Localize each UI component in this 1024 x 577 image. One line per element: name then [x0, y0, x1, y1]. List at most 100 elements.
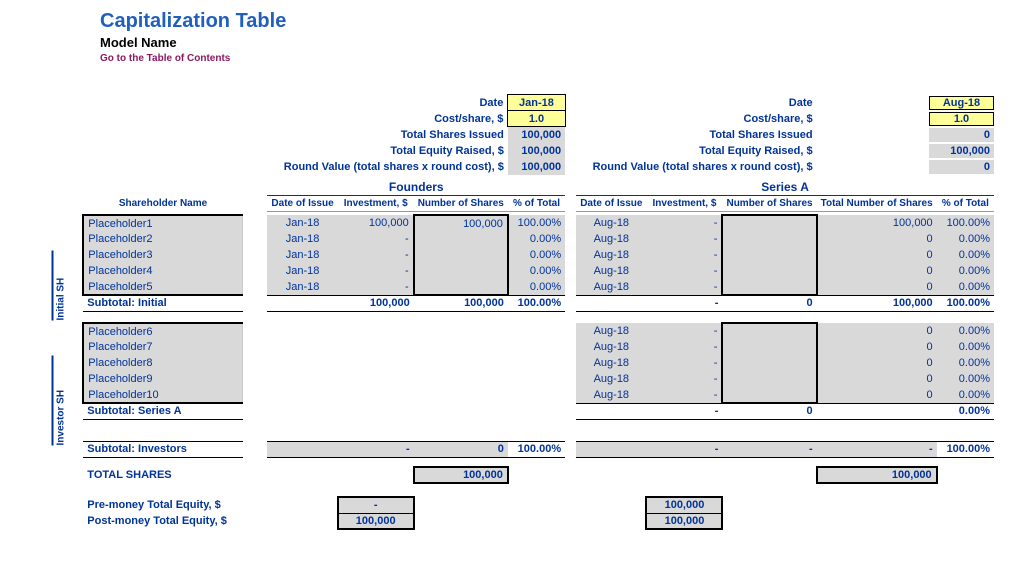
a-date: Aug-18: [576, 215, 646, 231]
label-tsi-a: Total Shares Issued: [576, 127, 816, 143]
a-shares[interactable]: [722, 323, 816, 339]
shareholder-name-cell[interactable]: Placeholder1: [83, 215, 242, 231]
founders-date[interactable]: Jan-18: [508, 95, 565, 111]
a-inv: -: [646, 215, 722, 231]
f-shares[interactable]: 100,000: [414, 215, 508, 231]
a-date: Aug-18: [576, 263, 646, 279]
f-shares[interactable]: [414, 247, 508, 263]
subtotal-investors-row: Subtotal: Investors - 0 100.00% - - - 10…: [70, 441, 994, 457]
total-shares-seriesa: 100,000: [817, 467, 937, 483]
label-rv-f: Round Value (total shares x round cost),…: [243, 159, 508, 175]
shareholder-name-cell[interactable]: Placeholder5: [83, 279, 242, 295]
a-pct: 0.00%: [937, 279, 994, 295]
investor-sh-label: Investor SH: [52, 356, 67, 446]
initial-row: Placeholder2Jan-18-0.00%Aug-18-00.00%: [70, 231, 994, 247]
col-totalshares-a: Total Number of Shares: [817, 195, 937, 211]
a-inv: -: [646, 371, 722, 387]
investor-row: Placeholder9Aug-18-00.00%: [70, 371, 994, 387]
a-pct: 0.00%: [937, 263, 994, 279]
col-shares-f: Number of Shares: [414, 195, 508, 211]
a-shares[interactable]: [722, 247, 816, 263]
shareholder-name-cell[interactable]: Placeholder9: [83, 371, 242, 387]
a-total: 0: [817, 339, 937, 355]
col-investment-a: Investment, $: [646, 195, 722, 211]
label-costshare-a: Cost/share, $: [576, 111, 816, 127]
shareholder-name-cell[interactable]: Placeholder2: [83, 231, 242, 247]
seriesa-date[interactable]: Aug-18: [929, 96, 994, 110]
a-shares[interactable]: [722, 279, 816, 295]
f-inv: -: [338, 263, 414, 279]
investor-row: Placeholder6Aug-18-00.00%: [70, 323, 994, 339]
a-inv: -: [646, 247, 722, 263]
f-date: Jan-18: [267, 279, 337, 295]
f-shares[interactable]: [414, 279, 508, 295]
label-rv-a: Round Value (total shares x round cost),…: [576, 159, 816, 175]
a-pct: 0.00%: [937, 231, 994, 247]
cap-table: Date Jan-18 Date Aug-18 Cost/share, $ 1.…: [70, 94, 994, 530]
a-pct: 0.00%: [937, 355, 994, 371]
f-date: Jan-18: [267, 247, 337, 263]
f-inv: 100,000: [338, 215, 414, 231]
total-shares-founders: 100,000: [414, 467, 508, 483]
label-ter-f: Total Equity Raised, $: [267, 143, 507, 159]
a-pct: 0.00%: [937, 339, 994, 355]
f-pct: 0.00%: [508, 231, 565, 247]
f-shares[interactable]: [414, 263, 508, 279]
founders-header: Founders: [267, 179, 565, 196]
seriesa-costshare[interactable]: 1.0: [929, 112, 994, 126]
shareholder-name-cell[interactable]: Placeholder6: [83, 323, 242, 339]
premoney-f: -: [338, 497, 414, 513]
f-inv: -: [338, 231, 414, 247]
shareholder-name-cell[interactable]: Placeholder3: [83, 247, 242, 263]
investor-row: Placeholder10Aug-18-00.00%: [70, 387, 994, 403]
a-shares[interactable]: [722, 371, 816, 387]
a-inv: -: [646, 279, 722, 295]
a-shares[interactable]: [722, 387, 816, 403]
col-dateissue-a: Date of Issue: [576, 195, 646, 211]
a-shares[interactable]: [722, 215, 816, 231]
a-date: Aug-18: [576, 339, 646, 355]
f-date: Jan-18: [267, 231, 337, 247]
shareholder-name-cell[interactable]: Placeholder4: [83, 263, 242, 279]
premoney-a: 100,000: [646, 497, 722, 513]
f-date: Jan-18: [267, 215, 337, 231]
seriesa-rv: 0: [929, 160, 994, 174]
postmoney-a: 100,000: [646, 513, 722, 529]
postmoney-row: Post-money Total Equity, $ 100,000 100,0…: [70, 513, 994, 529]
a-total: 0: [817, 387, 937, 403]
a-inv: -: [646, 263, 722, 279]
label-date-founders: Date: [267, 95, 507, 111]
toc-link[interactable]: Go to the Table of Contents: [100, 53, 994, 64]
page-title: Capitalization Table: [100, 10, 994, 33]
a-date: Aug-18: [576, 371, 646, 387]
a-inv: -: [646, 323, 722, 339]
f-inv: -: [338, 247, 414, 263]
initial-row: Placeholder1Jan-18100,000100,000100.00%A…: [70, 215, 994, 231]
f-inv: -: [338, 279, 414, 295]
a-shares[interactable]: [722, 339, 816, 355]
a-shares[interactable]: [722, 263, 816, 279]
shareholder-name-cell[interactable]: Placeholder8: [83, 355, 242, 371]
initial-sh-label: Initial SH: [52, 251, 67, 321]
label-date-seriesa: Date: [576, 95, 816, 111]
a-date: Aug-18: [576, 323, 646, 339]
a-pct: 0.00%: [937, 247, 994, 263]
seriesa-ter: 100,000: [929, 144, 994, 158]
a-inv: -: [646, 387, 722, 403]
f-shares[interactable]: [414, 231, 508, 247]
subtotal-seriesa-row: Subtotal: Series A - 0 0.00%: [70, 403, 994, 419]
a-date: Aug-18: [576, 387, 646, 403]
a-total: 0: [817, 263, 937, 279]
founders-costshare[interactable]: 1.0: [508, 111, 565, 127]
a-total: 0: [817, 279, 937, 295]
a-inv: -: [646, 355, 722, 371]
a-shares[interactable]: [722, 355, 816, 371]
a-date: Aug-18: [576, 355, 646, 371]
seriesa-tsi: 0: [929, 128, 994, 142]
shareholder-name-cell[interactable]: Placeholder7: [83, 339, 242, 355]
initial-row: Placeholder4Jan-18-0.00%Aug-18-00.00%: [70, 263, 994, 279]
f-pct: 0.00%: [508, 279, 565, 295]
col-pct-f: % of Total: [508, 195, 565, 211]
a-shares[interactable]: [722, 231, 816, 247]
shareholder-name-cell[interactable]: Placeholder10: [83, 387, 242, 403]
